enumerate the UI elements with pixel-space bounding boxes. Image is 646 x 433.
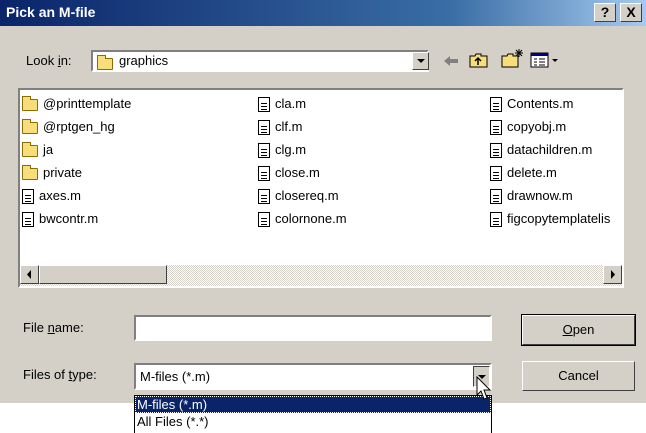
list-item-label: ja — [43, 142, 54, 157]
folder-icon — [22, 164, 38, 180]
horizontal-scrollbar[interactable] — [20, 265, 622, 286]
file-icon — [258, 97, 270, 113]
list-item-label: colornone.m — [275, 211, 347, 226]
file-icon — [258, 120, 270, 136]
file-icon — [490, 97, 502, 113]
files-of-type-label: Files of type: — [23, 367, 97, 382]
file-icon — [258, 143, 270, 159]
list-item[interactable]: private — [22, 162, 82, 183]
list-item-label: figcopytemplatelis — [507, 211, 611, 226]
help-button[interactable]: ? — [594, 3, 616, 22]
file-icon — [22, 212, 34, 228]
look-in-dropdown-button[interactable] — [412, 52, 429, 70]
new-folder-icon[interactable] — [500, 48, 524, 70]
list-item-label: clf.m — [275, 119, 303, 134]
list-item-label: bwcontr.m — [39, 211, 99, 226]
list-item-label: copyobj.m — [507, 119, 567, 134]
view-menu-icon[interactable] — [530, 51, 560, 70]
list-item-label: @rptgen_hg — [43, 119, 115, 134]
up-folder-icon[interactable] — [468, 51, 490, 70]
mouse-cursor-icon — [476, 376, 492, 400]
files-of-type-dropdown-list[interactable]: M-files (*.m) All Files (*.*) — [134, 395, 492, 433]
dialog-title: Pick an M-file — [6, 4, 96, 20]
list-item[interactable]: delete.m — [490, 162, 622, 183]
list-item-label: Contents.m — [507, 96, 574, 111]
look-in-value: graphics — [119, 53, 169, 68]
file-icon — [258, 189, 270, 205]
list-item[interactable]: @rptgen_hg — [22, 116, 115, 137]
list-item[interactable]: close.m — [258, 162, 320, 183]
cancel-button[interactable]: Cancel — [522, 361, 635, 391]
scroll-left-button[interactable] — [20, 265, 39, 284]
list-item[interactable]: Contents.m — [490, 93, 622, 114]
look-in-label: Look in: — [26, 53, 72, 68]
list-item[interactable]: clg.m — [258, 139, 306, 160]
list-item[interactable]: cla.m — [258, 93, 306, 114]
list-item[interactable]: drawnow.m — [490, 185, 622, 206]
list-item[interactable]: clf.m — [258, 116, 302, 137]
list-item-label: close.m — [275, 165, 320, 180]
chevron-down-icon — [417, 59, 425, 63]
list-item-label: drawnow.m — [507, 188, 573, 203]
file-icon — [258, 212, 270, 228]
list-item[interactable]: axes.m — [22, 185, 81, 206]
folder-icon — [22, 118, 38, 134]
list-item[interactable]: ja — [22, 139, 53, 160]
list-item-label: clg.m — [275, 142, 307, 157]
list-item[interactable]: bwcontr.m — [22, 208, 98, 229]
list-item[interactable]: datachildren.m — [490, 139, 622, 160]
list-item-label: closereq.m — [275, 188, 339, 203]
file-icon — [490, 212, 502, 228]
folder-icon — [22, 95, 38, 111]
open-button[interactable]: Open — [521, 314, 636, 346]
arrow-right-icon — [611, 270, 615, 279]
file-icon — [490, 166, 502, 182]
list-item[interactable]: closereq.m — [258, 185, 339, 206]
file-icon — [490, 189, 502, 205]
list-item-label: @printtemplate — [43, 96, 132, 111]
arrow-left-icon — [27, 270, 31, 279]
folder-icon — [97, 54, 113, 70]
list-item-label: cla.m — [275, 96, 307, 111]
dropdown-option-mfiles[interactable]: M-files (*.m) — [135, 396, 491, 413]
list-item-label: datachildren.m — [507, 142, 593, 157]
files-of-type-value: M-files (*.m) — [140, 369, 211, 384]
list-item-label: axes.m — [39, 188, 81, 203]
list-item-label: private — [43, 165, 83, 180]
list-item[interactable]: colornone.m — [258, 208, 347, 229]
file-name-label: File name: — [23, 320, 84, 335]
close-button[interactable]: X — [620, 3, 642, 22]
list-item[interactable]: figcopytemplatelis — [490, 208, 622, 229]
file-icon — [258, 166, 270, 182]
file-name-input[interactable] — [134, 315, 492, 341]
scroll-thumb[interactable] — [39, 265, 167, 284]
back-arrow-icon[interactable] — [441, 52, 461, 70]
files-of-type-combo[interactable]: M-files (*.m) — [134, 363, 492, 390]
list-item-label: delete.m — [507, 165, 557, 180]
file-icon — [490, 143, 502, 159]
file-icon — [22, 189, 34, 205]
list-item[interactable]: @printtemplate — [22, 93, 131, 114]
dropdown-option-all-files[interactable]: All Files (*.*) — [135, 413, 491, 430]
folder-icon — [22, 141, 38, 157]
title-bar[interactable]: Pick an M-file ? X — [0, 0, 646, 26]
list-item[interactable]: copyobj.m — [490, 116, 622, 137]
pick-mfile-dialog: Pick an M-file ? X Look in: graphics @pr… — [0, 0, 646, 403]
file-icon — [490, 120, 502, 136]
look-in-combo[interactable]: graphics — [91, 50, 429, 72]
scroll-right-button[interactable] — [603, 265, 622, 284]
